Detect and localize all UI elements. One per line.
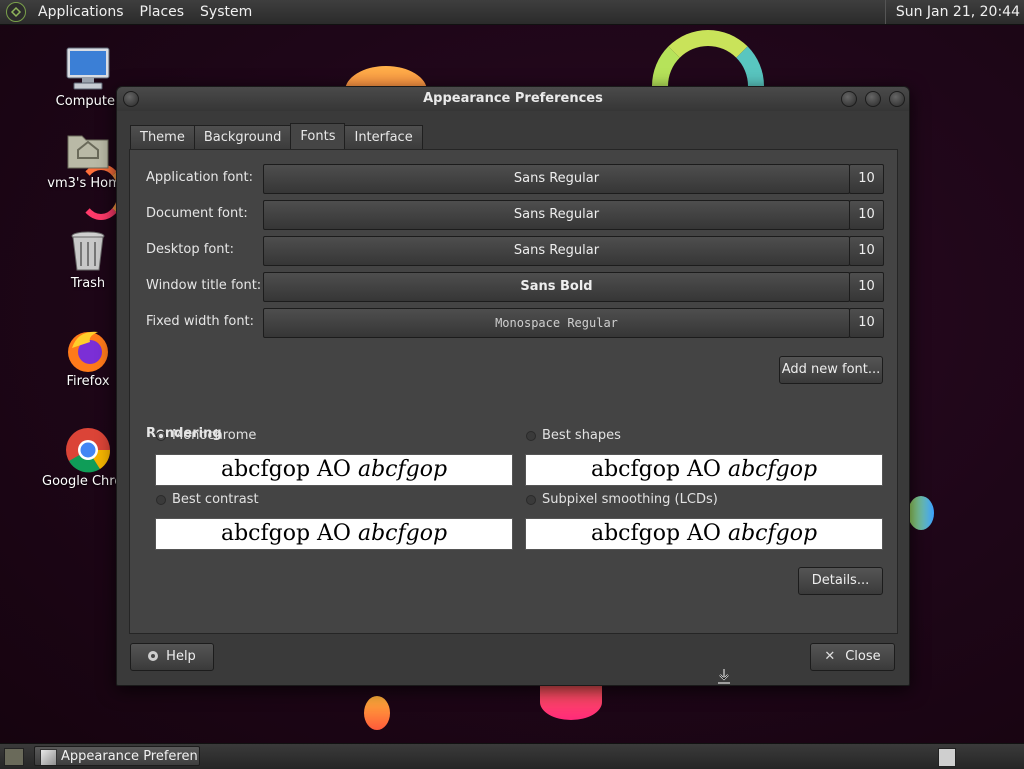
tab-background[interactable]: Background: [193, 125, 292, 150]
wallpaper-blob-pink: [540, 684, 602, 720]
add-new-font-button[interactable]: Add new font...: [779, 356, 883, 384]
window-title-font-label: Window title font:: [146, 278, 262, 293]
applications-menu[interactable]: Applications: [30, 0, 132, 24]
desktop-font-size[interactable]: 10: [849, 236, 884, 266]
sample-regular-text: abcfgop AO: [220, 457, 358, 482]
fixed-width-font-size[interactable]: 10: [849, 308, 884, 338]
close-label: Close: [845, 649, 881, 664]
window-title-font-button[interactable]: Sans Bold: [263, 272, 850, 302]
document-font-button[interactable]: Sans Regular: [263, 200, 850, 230]
sample-italic-text: abcfgop: [357, 521, 448, 546]
document-font-size[interactable]: 10: [849, 200, 884, 230]
desktop-font-button[interactable]: Sans Regular: [263, 236, 850, 266]
window-title-font-size[interactable]: 10: [849, 272, 884, 302]
minimize-icon[interactable]: [841, 91, 857, 107]
best-shapes-label: Best shapes: [542, 428, 621, 443]
help-label: Help: [166, 649, 196, 664]
maximize-icon[interactable]: [865, 91, 881, 107]
best-shapes-sample[interactable]: abcfgop AO abcfgop: [525, 454, 883, 486]
best-shapes-radio[interactable]: [526, 430, 536, 441]
best-contrast-radio[interactable]: [156, 494, 166, 505]
application-font-row: Application font: Sans Regular 10: [146, 164, 884, 194]
subpixel-smoothing-radio[interactable]: [526, 494, 536, 505]
best-contrast-sample[interactable]: abcfgop AO abcfgop: [155, 518, 513, 550]
tab-theme[interactable]: Theme: [130, 125, 195, 150]
appearance-preferences-window: Appearance Preferences Theme Background …: [116, 86, 910, 686]
sample-italic-text: abcfgop: [727, 521, 818, 546]
appearance-app-icon: [40, 749, 57, 765]
document-font-label: Document font:: [146, 206, 248, 221]
monochrome-radio[interactable]: [156, 430, 166, 441]
fixed-width-font-row: Fixed width font: Monospace Regular 10: [146, 308, 884, 338]
subpixel-smoothing-sample[interactable]: abcfgop AO abcfgop: [525, 518, 883, 550]
top-panel: Applications Places System Sun Jan 21, 2…: [0, 0, 1024, 25]
best-contrast-option[interactable]: Best contrast: [156, 492, 259, 507]
application-font-label: Application font:: [146, 170, 254, 185]
trash-icon: [64, 228, 112, 274]
monochrome-option[interactable]: Monochrome: [156, 428, 256, 443]
fixed-width-font-label: Fixed width font:: [146, 314, 255, 329]
close-icon: ✕: [824, 649, 836, 664]
sample-regular-text: abcfgop AO: [590, 521, 728, 546]
computer-icon: [64, 46, 112, 92]
best-shapes-option[interactable]: Best shapes: [526, 428, 621, 443]
monochrome-sample[interactable]: abcfgop AO abcfgop: [155, 454, 513, 486]
distro-logo-icon[interactable]: [6, 2, 26, 22]
firefox-icon: [64, 326, 112, 372]
taskbar-item-label: Appearance Preferen...: [61, 749, 200, 764]
fixed-width-font-button[interactable]: Monospace Regular: [263, 308, 850, 338]
desktop-font-label: Desktop font:: [146, 242, 234, 257]
taskbar-appearance-preferences[interactable]: Appearance Preferen...: [34, 746, 200, 766]
places-menu[interactable]: Places: [132, 0, 193, 24]
details-button[interactable]: Details...: [798, 567, 883, 595]
show-desktop-icon[interactable]: [4, 748, 24, 766]
subpixel-smoothing-option[interactable]: Subpixel smoothing (LCDs): [526, 492, 718, 507]
bottom-panel: Appearance Preferen...: [0, 743, 1024, 769]
application-font-button[interactable]: Sans Regular: [263, 164, 850, 194]
mouse-cursor-icon: [716, 668, 732, 686]
subpixel-smoothing-label: Subpixel smoothing (LCDs): [542, 492, 718, 507]
wallpaper-blob-small-orange: [364, 696, 390, 730]
help-button[interactable]: Help: [130, 643, 214, 671]
fonts-tab-panel: Application font: Sans Regular 10 Docume…: [129, 149, 898, 634]
wallpaper-blob-blue-green: [908, 496, 934, 530]
close-window-icon[interactable]: [889, 91, 905, 107]
home-folder-icon: [64, 128, 112, 174]
best-contrast-label: Best contrast: [172, 492, 259, 507]
sample-italic-text: abcfgop: [727, 457, 818, 482]
tab-interface[interactable]: Interface: [344, 125, 423, 150]
close-button[interactable]: ✕ Close: [810, 643, 895, 671]
tab-fonts[interactable]: Fonts: [290, 123, 346, 150]
window-titlebar[interactable]: Appearance Preferences: [117, 87, 909, 111]
workspace-switcher[interactable]: [938, 748, 956, 767]
chrome-icon: [64, 426, 112, 473]
document-font-row: Document font: Sans Regular 10: [146, 200, 884, 230]
tab-bar: Theme Background Fonts Interface: [130, 123, 423, 150]
system-menu[interactable]: System: [192, 0, 260, 24]
window-title-font-row: Window title font: Sans Bold 10: [146, 272, 884, 302]
sample-regular-text: abcfgop AO: [590, 457, 728, 482]
window-title: Appearance Preferences: [423, 91, 603, 106]
application-font-size[interactable]: 10: [849, 164, 884, 194]
desktop-font-row: Desktop font: Sans Regular 10: [146, 236, 884, 266]
clock[interactable]: Sun Jan 21, 20:44: [884, 0, 1024, 24]
sample-regular-text: abcfgop AO: [220, 521, 358, 546]
sample-italic-text: abcfgop: [357, 457, 448, 482]
help-icon: [148, 651, 159, 661]
monochrome-label: Monochrome: [172, 428, 257, 443]
